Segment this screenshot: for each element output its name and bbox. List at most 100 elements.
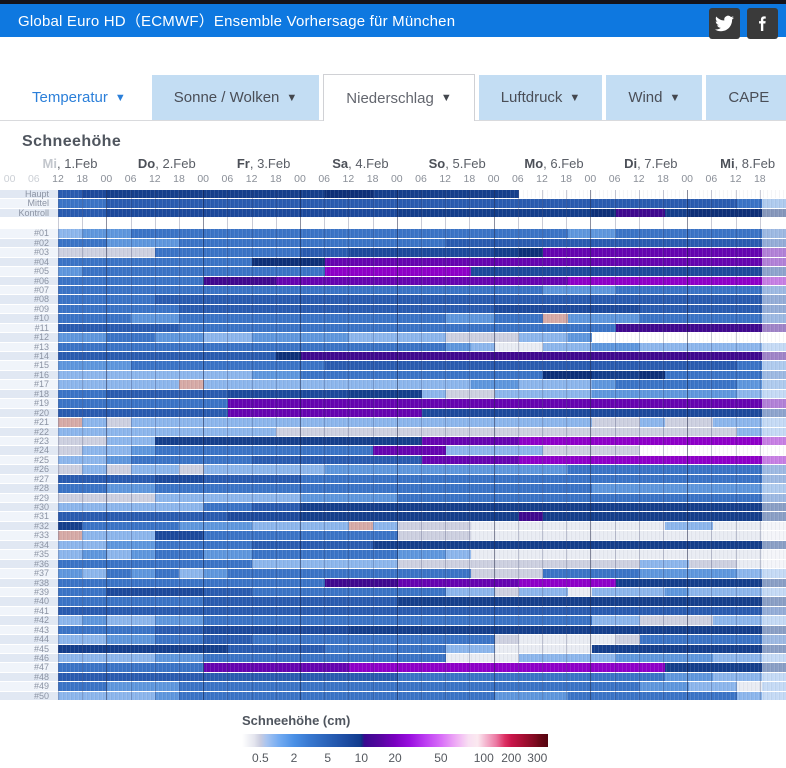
row-label: #37: [0, 569, 58, 577]
tab-wind[interactable]: Wind ▼: [606, 75, 702, 120]
tab-cape[interactable]: CAPE: [706, 75, 786, 120]
ensemble-row: #20: [0, 409, 786, 417]
ensemble-row: Kontroll: [0, 209, 786, 217]
legend-tick: 5: [324, 751, 331, 765]
row-label: #46: [0, 654, 58, 662]
chevron-down-icon: ▼: [569, 92, 580, 104]
axis-hour-tick: 06: [706, 173, 718, 185]
ensemble-row: #06: [0, 277, 786, 285]
row-strip: [58, 579, 786, 587]
row-label: #50: [0, 692, 58, 700]
row-strip: [58, 550, 786, 558]
chevron-down-icon: ▼: [670, 92, 681, 104]
ensemble-row: #17: [0, 380, 786, 388]
row-strip: [58, 682, 786, 690]
ensemble-row: Haupt: [0, 190, 786, 198]
axis-hour-tick: 00: [294, 173, 306, 185]
ensemble-row: #45: [0, 645, 786, 653]
axis-hour-tick: 06: [222, 173, 234, 185]
axis-day-label: Fr, 3.Feb: [237, 156, 290, 171]
row-label: #38: [0, 579, 58, 587]
ensemble-row: #30: [0, 503, 786, 511]
axis-hour-tick: 12: [633, 173, 645, 185]
ensemble-row: #37: [0, 569, 786, 577]
ensemble-row: #23: [0, 437, 786, 445]
axis-day-label: Mi, 8.Feb: [720, 156, 775, 171]
tab-luftdruck[interactable]: Luftdruck▼: [479, 75, 603, 120]
axis-hour-tick: 06: [415, 173, 427, 185]
row-label: #28: [0, 484, 58, 492]
row-label: #26: [0, 465, 58, 473]
row-label: #40: [0, 597, 58, 605]
row-strip: [58, 209, 786, 217]
row-strip: [58, 484, 786, 492]
legend-tick: 100: [474, 751, 494, 765]
row-strip: [58, 456, 786, 464]
row-strip: [58, 531, 786, 539]
ensemble-row: #28: [0, 484, 786, 492]
row-label: #36: [0, 560, 58, 568]
ensemble-row: #12: [0, 333, 786, 341]
row-label: Kontroll: [0, 209, 58, 217]
ensemble-row: #46: [0, 654, 786, 662]
ensemble-row: #21: [0, 418, 786, 426]
row-strip: [58, 295, 786, 303]
row-strip: [58, 597, 786, 605]
row-strip: [58, 692, 786, 700]
tab-label: Niederschlag: [346, 90, 434, 107]
row-label: #18: [0, 390, 58, 398]
legend-tick: 10: [355, 751, 368, 765]
ensemble-row: Mittel: [0, 199, 786, 207]
axis-hour-tick: 12: [439, 173, 451, 185]
tab-label: Wind: [628, 89, 662, 106]
axis-hour-tick: 18: [270, 173, 282, 185]
tab-temperatur[interactable]: Temperatur▼: [10, 75, 148, 120]
axis-hour-tick: 06: [512, 173, 524, 185]
axis-hour-tick: 18: [367, 173, 379, 185]
ensemble-row: #01: [0, 229, 786, 237]
ensemble-row: #47: [0, 663, 786, 671]
row-strip: [58, 390, 786, 398]
row-label: #05: [0, 267, 58, 275]
ensemble-row: #02: [0, 239, 786, 247]
tab-sonne-wolken[interactable]: Sonne / Wolken▼: [152, 75, 320, 120]
row-strip: [58, 333, 786, 341]
ensemble-row: #48: [0, 673, 786, 681]
row-label: Haupt: [0, 190, 58, 198]
legend-tick: 2: [291, 751, 298, 765]
facebook-icon[interactable]: [747, 8, 778, 39]
row-strip: [58, 645, 786, 653]
row-strip: [58, 588, 786, 596]
ensemble-row: #43: [0, 626, 786, 634]
ensemble-row: #49: [0, 682, 786, 690]
axis-hour-tick: 18: [76, 173, 88, 185]
row-label: #45: [0, 645, 58, 653]
legend-tick: 50: [434, 751, 447, 765]
row-label: #48: [0, 673, 58, 681]
row-strip: [58, 465, 786, 473]
row-strip: [58, 560, 786, 568]
legend-tick: 300: [527, 751, 547, 765]
row-strip: [58, 343, 786, 351]
axis-day-label: Sa, 4.Feb: [332, 156, 388, 171]
twitter-icon[interactable]: [709, 8, 740, 39]
tab-label: CAPE: [728, 89, 769, 106]
ensemble-row: #29: [0, 494, 786, 502]
tab-niederschlag[interactable]: Niederschlag▼: [323, 74, 474, 121]
ensemble-row: #08: [0, 295, 786, 303]
row-strip: [58, 475, 786, 483]
row-label: #06: [0, 277, 58, 285]
row-label: #29: [0, 494, 58, 502]
row-strip: [58, 371, 786, 379]
legend-tick-labels: 0.525102050100200300: [242, 751, 548, 767]
social-buttons: [709, 8, 778, 39]
row-group-gap: [0, 218, 786, 229]
row-label: #03: [0, 248, 58, 256]
row-strip: [58, 352, 786, 360]
row-label: #14: [0, 352, 58, 360]
row-label: #32: [0, 522, 58, 530]
axis-hour-tick: 12: [149, 173, 161, 185]
axis-day-label: Di, 7.Feb: [624, 156, 677, 171]
row-strip: [58, 446, 786, 454]
ensemble-row: #31: [0, 512, 786, 520]
